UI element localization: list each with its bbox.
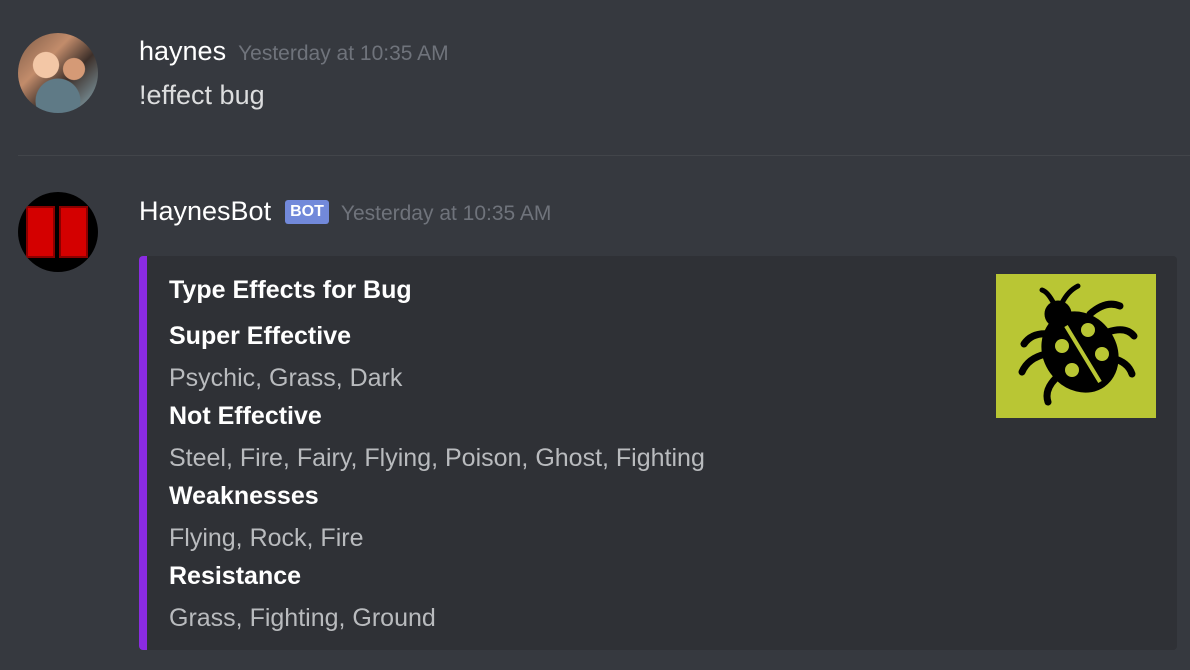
username[interactable]: haynes <box>139 36 226 67</box>
field-value-super-effective: Psychic, Grass, Dark <box>169 364 403 392</box>
field-name-not-effective: Not Effective <box>169 402 322 430</box>
bot-logo-icon <box>26 206 88 258</box>
embed-title: Type Effects for Bug <box>169 276 412 304</box>
field-name-resistance: Resistance <box>169 562 302 590</box>
field-name-super-effective: Super Effective <box>169 322 352 350</box>
field-value-resistance: Grass, Fighting, Ground <box>169 604 436 632</box>
timestamp: Yesterday at 10:35 AM <box>340 202 552 225</box>
message-header: haynes Yesterday at 10:35 AM <box>139 36 449 67</box>
field-name-weaknesses: Weaknesses <box>169 482 319 510</box>
message-divider <box>18 155 1190 156</box>
bot-badge: BOT <box>285 200 329 224</box>
message-text: !effect bug <box>139 80 265 110</box>
user-avatar[interactable] <box>18 33 98 113</box>
chat-messages: haynes Yesterday at 10:35 AM !effect bug… <box>0 0 1190 670</box>
embed-card: Type Effects for Bug Super Effective Psy… <box>139 256 1177 650</box>
ladybug-icon <box>1018 283 1138 406</box>
message-header: HaynesBot BOT Yesterday at 10:35 AM <box>139 196 551 228</box>
field-value-weaknesses: Flying, Rock, Fire <box>169 524 364 552</box>
bot-username[interactable]: HaynesBot <box>139 196 271 227</box>
embed-thumbnail[interactable] <box>996 274 1156 418</box>
field-value-not-effective: Steel, Fire, Fairy, Flying, Poison, Ghos… <box>169 444 705 472</box>
bot-avatar[interactable] <box>18 192 98 272</box>
timestamp: Yesterday at 10:35 AM <box>238 42 449 65</box>
